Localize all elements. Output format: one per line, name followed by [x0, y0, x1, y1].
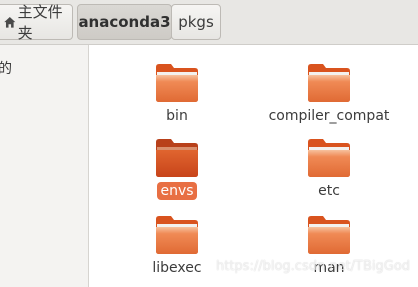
breadcrumb-home[interactable]: 主文件夹 — [0, 3, 73, 42]
folder-item-envs[interactable]: envs — [102, 138, 252, 200]
file-name-label: envs — [157, 182, 197, 200]
folder-icon — [308, 216, 350, 254]
file-grid: bin compiler_compat envs etc libexec man — [89, 45, 418, 287]
folder-icon — [156, 216, 198, 254]
breadcrumb-anaconda3-label: anaconda3 — [78, 13, 171, 31]
toolbar: 主文件夹 anaconda3 pkgs — [0, 0, 418, 45]
home-icon — [4, 16, 16, 28]
folder-item-compiler-compat[interactable]: compiler_compat — [254, 63, 404, 125]
sidebar-item-label[interactable]: 的 — [0, 58, 12, 78]
folder-icon — [156, 139, 198, 177]
sidebar: 的 — [0, 45, 89, 287]
file-name-label: libexec — [152, 260, 202, 276]
breadcrumb-pkgs[interactable]: pkgs — [171, 4, 221, 40]
watermark: https://blog.csdn.net/TBigGod — [216, 259, 411, 274]
breadcrumb-pkgs-label: pkgs — [178, 13, 214, 31]
file-name-label: compiler_compat — [268, 108, 390, 124]
folder-item-bin[interactable]: bin — [102, 63, 252, 125]
file-name-label: etc — [318, 183, 340, 199]
folder-icon — [308, 139, 350, 177]
folder-icon — [156, 64, 198, 102]
breadcrumb-anaconda3[interactable]: anaconda3 — [77, 4, 172, 40]
breadcrumb-home-label: 主文件夹 — [17, 3, 63, 42]
folder-icon — [308, 64, 350, 102]
folder-item-etc[interactable]: etc — [254, 138, 404, 200]
file-name-label: bin — [166, 108, 188, 124]
